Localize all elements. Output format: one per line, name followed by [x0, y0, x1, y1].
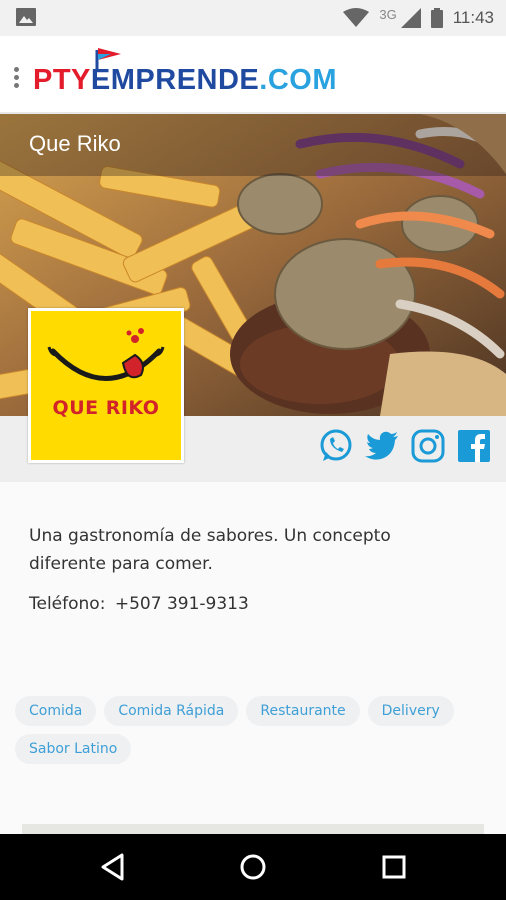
recents-icon[interactable] [378, 851, 410, 883]
battery-icon [430, 8, 443, 28]
business-details: Una gastronomía de sabores. Un concepto … [0, 482, 506, 834]
tag-delivery[interactable]: Delivery [367, 696, 454, 726]
business-description: Una gastronomía de sabores. Un concepto … [29, 526, 391, 574]
map-preview[interactable] [22, 824, 484, 834]
image-icon [16, 8, 36, 26]
back-icon[interactable] [98, 851, 130, 883]
signal-icon [400, 8, 421, 28]
business-logo: QUE RIKO [28, 308, 184, 463]
whatsapp-icon[interactable] [318, 428, 354, 464]
tag-restaurante[interactable]: Restaurante [246, 696, 360, 726]
logo-part-com: .COM [259, 63, 337, 96]
business-name: Que Riko [29, 131, 121, 156]
status-bar: 3G 11:43 [0, 0, 506, 36]
wifi-icon [343, 8, 370, 27]
site-logo[interactable]: PTY EMPRENDE .COM [33, 48, 337, 98]
instagram-icon[interactable] [410, 428, 446, 464]
twitter-icon[interactable] [364, 428, 400, 464]
tag-sabor-latino[interactable]: Sabor Latino [15, 734, 132, 764]
system-nav-bar [0, 834, 506, 900]
network-type: 3G [379, 6, 397, 22]
logo-part-pty: PTY [33, 63, 91, 96]
business-phone: Teléfono: +507 391-9313 [29, 594, 249, 614]
home-icon[interactable] [237, 851, 269, 883]
phone-label: Teléfono: [29, 594, 106, 614]
tag-comida[interactable]: Comida [15, 696, 97, 726]
smile-icon [47, 328, 165, 381]
flag-icon [95, 48, 121, 72]
tag-comida-rapida[interactable]: Comida Rápida [104, 696, 239, 726]
status-time: 11:43 [452, 8, 494, 27]
business-logo-text: QUE RIKO [52, 397, 160, 419]
tag-list: Comida Comida Rápida Restaurante Deliver… [15, 696, 495, 764]
phone-number[interactable]: +507 391-9313 [115, 594, 249, 614]
overflow-menu-icon[interactable] [11, 67, 21, 91]
facebook-icon[interactable] [456, 428, 492, 464]
app-bar: PTY EMPRENDE .COM [0, 36, 506, 114]
